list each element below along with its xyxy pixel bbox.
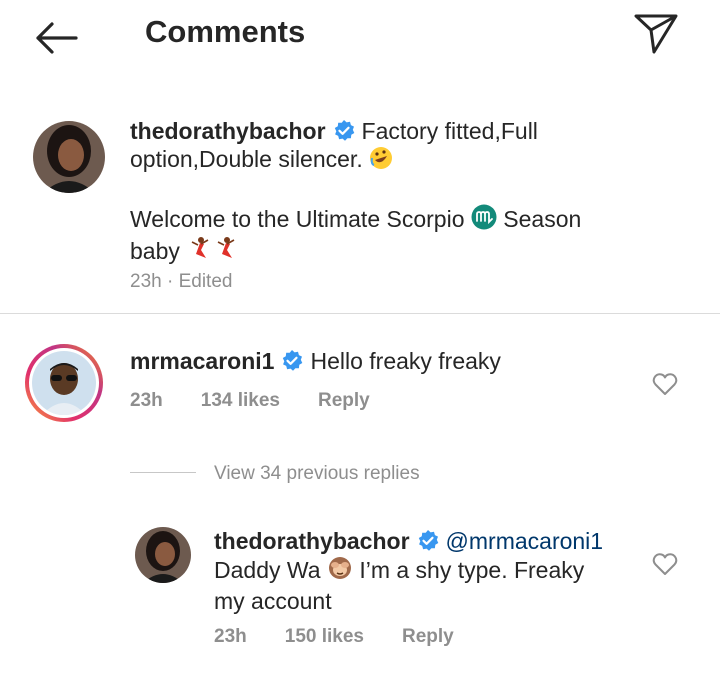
reply-timestamp: 23h bbox=[214, 626, 247, 647]
caption-line-2: option,Double silencer. bbox=[130, 145, 650, 176]
reply-username[interactable]: thedorathybachor bbox=[214, 528, 410, 554]
divider bbox=[0, 313, 720, 314]
avatar[interactable] bbox=[135, 527, 191, 583]
reply-line-3: my account bbox=[214, 588, 332, 614]
comment-text: mrmacaroni1 Hello freaky freaky bbox=[130, 347, 501, 375]
caption-line-3: Welcome to the Ultimate Scorpio Season bbox=[130, 204, 650, 236]
caption-line-4-text: baby bbox=[130, 238, 180, 264]
rofl-emoji bbox=[369, 146, 393, 176]
edited-label: Edited bbox=[178, 271, 233, 292]
reply-line-1: thedorathybachor @mrmacaroni1 bbox=[214, 527, 634, 555]
caption-meta: 23h · Edited bbox=[130, 271, 232, 293]
reply-button[interactable]: Reply bbox=[402, 626, 454, 647]
caption-timestamp: 23h bbox=[130, 271, 162, 292]
caption-text: thedorathybachor Factory fitted,Full opti… bbox=[130, 117, 650, 268]
mention-link[interactable]: @mrmacaroni1 bbox=[446, 528, 604, 554]
comment-body: Hello freaky freaky bbox=[310, 348, 501, 374]
page-title: Comments bbox=[145, 14, 306, 49]
reply-body-start: Daddy Wa bbox=[214, 557, 321, 583]
verified-icon bbox=[332, 119, 356, 143]
caption-username[interactable]: thedorathybachor bbox=[130, 118, 326, 144]
verified-icon bbox=[280, 349, 304, 373]
reply-text: thedorathybachor @mrmacaroni1 Daddy Wa I’… bbox=[214, 527, 634, 615]
reply-button[interactable]: Reply bbox=[318, 390, 370, 411]
verified-icon bbox=[416, 529, 440, 553]
avatar-story-ring[interactable] bbox=[25, 344, 103, 422]
avatar bbox=[32, 351, 96, 415]
replies-divider bbox=[130, 472, 196, 473]
dancer-emoji bbox=[186, 236, 212, 268]
heart-icon[interactable] bbox=[652, 552, 678, 576]
view-previous-replies[interactable]: View 34 previous replies bbox=[214, 463, 420, 485]
caption-line-3-text: Welcome to the Ultimate Scorpio bbox=[130, 206, 465, 232]
reply-likes[interactable]: 150 likes bbox=[285, 626, 364, 647]
heart-icon[interactable] bbox=[652, 372, 678, 396]
avatar[interactable] bbox=[33, 121, 105, 193]
caption-line-3-suffix: Season bbox=[503, 206, 582, 232]
scorpio-emoji bbox=[471, 204, 497, 236]
caption-line-2-text: option,Double silencer. bbox=[130, 146, 363, 172]
see-no-evil-monkey-emoji bbox=[327, 555, 353, 587]
reply-meta: 23h 150 likes Reply bbox=[214, 626, 492, 648]
comment-username[interactable]: mrmacaroni1 bbox=[130, 348, 274, 374]
comment-timestamp: 23h bbox=[130, 390, 163, 411]
back-arrow-icon[interactable] bbox=[32, 20, 80, 56]
reply-line-2: Daddy Wa I’m a shy type. Freaky bbox=[214, 555, 634, 587]
comment-meta: 23h 134 likes Reply bbox=[130, 390, 408, 412]
caption-line-1: thedorathybachor Factory fitted,Full bbox=[130, 117, 650, 145]
comment-likes[interactable]: 134 likes bbox=[201, 390, 280, 411]
caption-line-1-text: Factory fitted,Full bbox=[361, 118, 538, 144]
send-icon[interactable] bbox=[632, 12, 680, 56]
dancer-emoji bbox=[212, 236, 238, 268]
reply-body-end: I’m a shy type. Freaky bbox=[359, 557, 585, 583]
caption-line-4: baby bbox=[130, 236, 650, 268]
meta-dot: · bbox=[161, 271, 179, 292]
